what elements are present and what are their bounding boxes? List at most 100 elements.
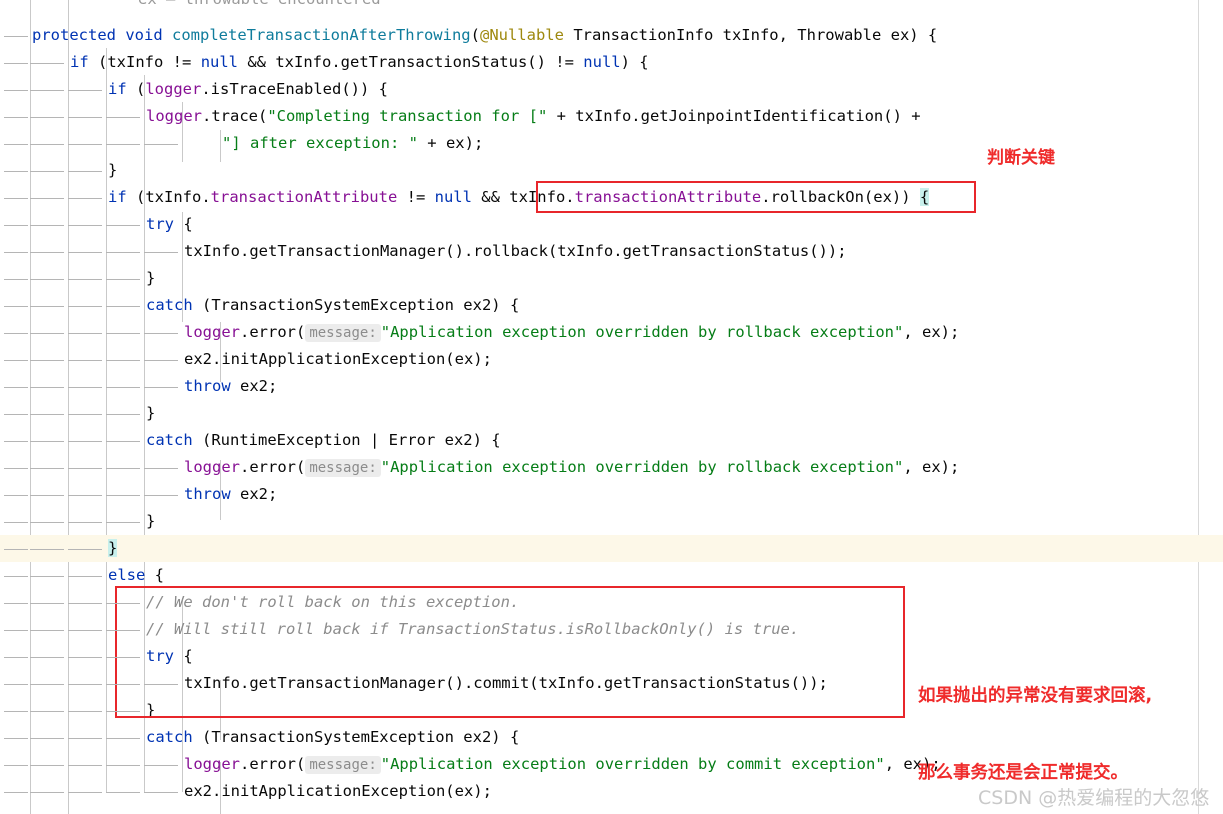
indent-connector — [30, 495, 64, 496]
indent-connector — [30, 90, 64, 91]
indent-connector — [4, 711, 28, 712]
code-line[interactable]: txInfo.getTransactionManager().rollback(… — [0, 238, 1223, 265]
indent-connector — [68, 711, 102, 712]
code-line[interactable]: if (logger.isTraceEnabled()) { — [0, 76, 1223, 103]
indent-connector — [68, 657, 102, 658]
code-token-fld: logger — [184, 755, 240, 773]
indent-connector — [68, 387, 102, 388]
code-token-plain: != — [397, 188, 435, 206]
code-line[interactable]: logger.trace("Completing transaction for… — [0, 103, 1223, 130]
indent-connector — [30, 765, 64, 766]
code-token-plain: , ex); — [903, 323, 960, 341]
code-token-plain: ( — [470, 26, 480, 44]
indent-connector — [4, 36, 28, 37]
code-line-text: protected void completeTransactionAfterT… — [32, 22, 937, 49]
code-token-str: "Application exception overridden by com… — [380, 755, 885, 773]
indent-connector — [68, 306, 102, 307]
matched-brace: } — [108, 539, 118, 557]
code-token-kw: else — [108, 566, 146, 584]
indent-connector — [106, 306, 140, 307]
indent-connector — [106, 279, 140, 280]
code-token-plain: .isTraceEnabled()) { — [201, 80, 388, 98]
code-token-kw: if — [70, 53, 89, 71]
code-token-plain: } — [108, 161, 118, 179]
indent-connector — [68, 90, 102, 91]
indent-connector — [30, 117, 64, 118]
code-line[interactable]: logger.error(message: "Application except… — [0, 454, 1223, 481]
code-token-plain: } — [146, 701, 156, 719]
code-line[interactable]: } — [0, 535, 1223, 562]
indent-connector — [4, 657, 28, 658]
indent-connector — [4, 441, 28, 442]
parameter-hint: message: — [305, 756, 381, 774]
indent-connector — [4, 387, 28, 388]
indent-connector — [30, 630, 64, 631]
code-token-plain: ex2; — [230, 377, 278, 395]
code-line[interactable]: } — [0, 265, 1223, 292]
matched-brace: { — [919, 188, 930, 206]
code-line-text: txInfo.getTransactionManager().commit(tx… — [184, 670, 828, 697]
indent-connector — [68, 792, 102, 793]
indent-connector — [68, 333, 102, 334]
indent-connector — [30, 441, 64, 442]
code-line-text: if (txInfo != null && txInfo.getTransact… — [70, 49, 649, 76]
code-token-plain: ex2.initApplicationException(ex); — [184, 782, 492, 800]
code-line-text: logger.trace("Completing transaction for… — [146, 103, 921, 130]
code-token-plain: } — [146, 404, 156, 422]
code-line-text: ex2.initApplicationException(ex); — [184, 778, 492, 805]
code-line[interactable]: logger.error(message: "Application except… — [0, 319, 1223, 346]
code-line[interactable]: else { — [0, 562, 1223, 589]
code-line[interactable]: throw ex2; — [0, 481, 1223, 508]
indent-connector — [4, 333, 28, 334]
code-token-plain: } — [146, 269, 156, 287]
code-line[interactable]: throw ex2; — [0, 373, 1223, 400]
code-line[interactable]: if (txInfo.transactionAttribute != null … — [0, 184, 1223, 211]
code-line-text: } — [146, 697, 155, 724]
indent-connector — [106, 468, 140, 469]
indent-connector — [68, 522, 102, 523]
code-token-plain: { — [174, 215, 193, 233]
indent-connector — [106, 603, 140, 604]
indent-connector — [30, 387, 64, 388]
code-line[interactable]: } — [0, 508, 1223, 535]
code-line-text: logger.error(message: "Application except… — [184, 751, 941, 779]
code-line[interactable]: catch (RuntimeException | Error ex2) { — [0, 427, 1223, 454]
indent-connector — [4, 414, 28, 415]
code-token-kw: if — [108, 188, 127, 206]
indent-connector — [68, 549, 102, 550]
indent-connector — [106, 630, 140, 631]
indent-connector — [106, 144, 140, 145]
indent-connector — [144, 252, 178, 253]
code-token-plain: ) { — [620, 53, 649, 71]
code-line[interactable]: if (txInfo != null && txInfo.getTransact… — [0, 49, 1223, 76]
indent-connector — [106, 414, 140, 415]
code-line[interactable]: catch (TransactionSystemException ex2) { — [0, 292, 1223, 319]
indent-connector — [106, 522, 140, 523]
indent-connector — [4, 549, 28, 550]
code-line-text: catch (TransactionSystemException ex2) { — [146, 292, 519, 319]
code-token-str: "Application exception overridden by rol… — [380, 323, 904, 341]
code-token-kw: null — [583, 53, 621, 71]
code-line-text: catch (RuntimeException | Error ex2) { — [146, 427, 501, 454]
code-token-plain: .rollbackOn(ex)) — [761, 188, 920, 206]
code-line-text: logger.error(message: "Application except… — [184, 319, 959, 347]
code-line-text: logger.error(message: "Application except… — [184, 454, 959, 482]
indent-connector — [106, 684, 140, 685]
code-editor[interactable]: ex – throwable encountered protected voi… — [0, 0, 1223, 814]
code-line[interactable]: } — [0, 400, 1223, 427]
indent-connector — [144, 387, 178, 388]
indent-connector — [106, 252, 140, 253]
indent-connector — [144, 684, 178, 685]
indent-connector — [4, 630, 28, 631]
code-line[interactable]: try { — [0, 211, 1223, 238]
indent-connector — [68, 765, 102, 766]
code-line[interactable]: // We don't roll back on this exception. — [0, 589, 1223, 616]
indent-connector — [4, 522, 28, 523]
indent-connector — [68, 684, 102, 685]
code-line[interactable]: ex2.initApplicationException(ex); — [0, 346, 1223, 373]
code-line-text: } — [146, 508, 155, 535]
indent-connector — [30, 252, 64, 253]
code-line-text: txInfo.getTransactionManager().rollback(… — [184, 238, 847, 265]
code-line[interactable]: protected void completeTransactionAfterT… — [0, 22, 1223, 49]
code-token-plain: txInfo.getTransactionManager().commit(tx… — [184, 674, 828, 692]
